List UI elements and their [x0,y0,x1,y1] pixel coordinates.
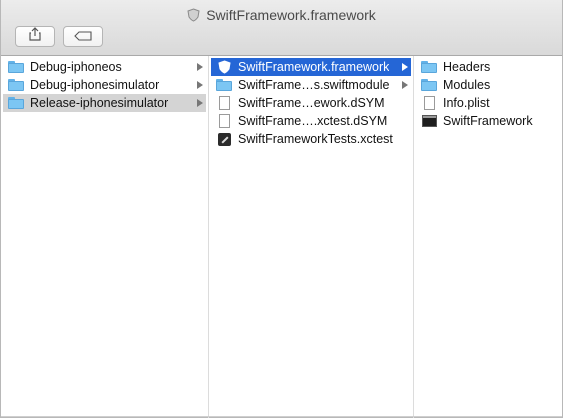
list-item-label: SwiftFrame…s.swiftmodule [238,78,390,92]
disclosure-arrow-icon [402,63,408,71]
list-item-release-iphonesimulator[interactable]: Release-iphonesimulator [3,94,206,112]
tag-icon [74,28,92,46]
list-item-label: SwiftFrameworkTests.xctest [238,132,393,146]
xctest-icon [216,132,232,146]
folder-icon [421,78,437,92]
list-item-swiftframework-framework[interactable]: SwiftFramework.framework [211,58,411,76]
list-item-label: Modules [443,78,491,92]
document-icon [216,96,232,110]
disclosure-arrow-icon [197,99,203,107]
list-item-debug-iphonesimulator[interactable]: Debug-iphonesimulator [3,76,206,94]
list-item-label: Debug-iphonesimulator [30,78,160,92]
list-item-label: Debug-iphoneos [30,60,122,74]
tag-button[interactable] [63,26,103,47]
share-icon [29,27,41,46]
disclosure-arrow-icon [197,81,203,89]
list-item-swiftmodule[interactable]: SwiftFrame…s.swiftmodule [211,76,411,94]
list-item-info-plist[interactable]: Info.plist [416,94,562,112]
list-item-framework-dsym[interactable]: SwiftFrame…ework.dSYM [211,94,411,112]
folder-icon [8,60,24,74]
window-title-group: SwiftFramework.framework [1,6,562,24]
column-2[interactable]: SwiftFramework.framework SwiftFrame…s.sw… [209,56,414,418]
executable-icon [421,114,437,128]
list-item-label: Release-iphonesimulator [30,96,169,110]
finder-window: SwiftFramework.framework Debug-iphoneos … [0,0,563,418]
document-icon [216,114,232,128]
folder-icon [8,78,24,92]
share-button[interactable] [15,26,55,47]
list-item-label: SwiftFrame…ework.dSYM [238,96,385,110]
list-item-label: SwiftFramework.framework [238,60,390,74]
folder-icon [421,60,437,74]
column-1[interactable]: Debug-iphoneos Debug-iphonesimulator Rel… [1,56,209,418]
list-item-label: Headers [443,60,491,74]
title-bar: SwiftFramework.framework [1,0,562,56]
window-title: SwiftFramework.framework [206,7,376,23]
list-item-modules[interactable]: Modules [416,76,562,94]
disclosure-arrow-icon [197,63,203,71]
list-item-debug-iphoneos[interactable]: Debug-iphoneos [3,58,206,76]
folder-icon [216,78,232,92]
framework-icon [216,60,232,74]
list-item-label: SwiftFramework [443,114,533,128]
list-item-xctest-dsym[interactable]: SwiftFrame….xctest.dSYM [211,112,411,130]
window-bottom-border [1,416,562,417]
column-browser[interactable]: Debug-iphoneos Debug-iphonesimulator Rel… [1,56,563,418]
column-3[interactable]: Headers Modules Info.plist SwiftFramewor… [414,56,563,418]
list-item-xctest[interactable]: SwiftFrameworkTests.xctest [211,130,411,148]
list-item-headers[interactable]: Headers [416,58,562,76]
framework-icon [187,8,200,22]
list-item-label: Info.plist [443,96,490,110]
list-item-swiftframework-binary[interactable]: SwiftFramework [416,112,562,130]
folder-icon [8,96,24,110]
list-item-label: SwiftFrame….xctest.dSYM [238,114,388,128]
document-icon [421,96,437,110]
disclosure-arrow-icon [402,81,408,89]
